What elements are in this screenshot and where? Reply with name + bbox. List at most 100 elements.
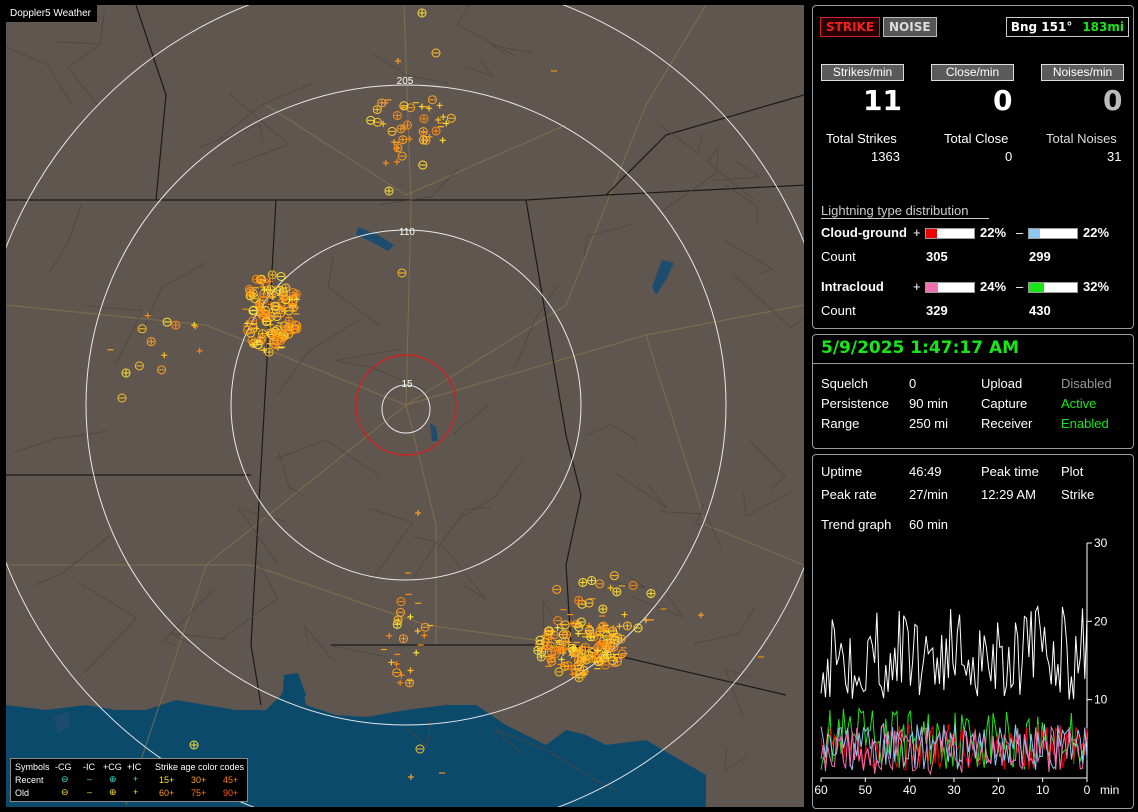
y-tick-label-30: 30 — [1094, 536, 1108, 550]
strike-button[interactable]: STRIKE — [820, 17, 881, 37]
persistence-label: Persistence — [821, 396, 889, 411]
cg-pos-bar — [925, 228, 975, 239]
trend-graph-span[interactable]: 60 min — [909, 517, 948, 532]
range-value: 250 mi — [909, 416, 949, 431]
pos-ic-old-icon: + — [133, 787, 139, 797]
age-75: 75+ — [191, 788, 207, 798]
uptime-label: Uptime — [821, 464, 863, 479]
cg-minus-sign: – — [1016, 225, 1024, 240]
north-strike — [427, 95, 437, 105]
cg-neg-bar — [1028, 228, 1078, 239]
ring-label-205: 205 — [397, 76, 414, 87]
noise-button[interactable]: NOISE — [883, 17, 937, 37]
x-tick-label-60: 60 — [814, 783, 828, 797]
peak-rate-label: Peak rate — [821, 487, 877, 502]
west-outer-strike — [196, 347, 203, 354]
legend-col-neg-ic: -IC — [83, 762, 95, 772]
isolated-strike — [189, 740, 199, 750]
persistence-value: 90 min — [909, 396, 949, 411]
trend-panel: Uptime 46:49 Peak time Plot Peak rate 27… — [812, 454, 1134, 809]
age-90: 90+ — [223, 788, 239, 798]
receiver-label: Receiver — [981, 416, 1033, 431]
north-strike — [392, 111, 402, 121]
southeast-strike — [557, 644, 567, 654]
north-strike — [387, 126, 397, 136]
close-per-min-value: 0 — [993, 84, 1013, 117]
lake-3 — [652, 260, 674, 295]
cg-pos-pct: 22% — [980, 225, 1007, 240]
southeast-strike — [563, 661, 573, 671]
north-strike — [440, 113, 447, 120]
north-strike — [397, 151, 407, 161]
west-strike — [276, 335, 286, 345]
southeast-strike — [586, 653, 596, 663]
north-strike — [419, 114, 429, 124]
isolated-strike — [117, 393, 127, 403]
southeast-outer-strike — [595, 579, 605, 589]
cg-pos-count: 305 — [926, 249, 948, 264]
ic-pos-bar — [925, 282, 975, 293]
total-noises-value: 31 — [1107, 149, 1122, 164]
y-tick-label-20: 20 — [1094, 614, 1108, 628]
south-strike — [398, 634, 408, 644]
plot-value[interactable]: Strike — [1061, 487, 1094, 502]
upload-label: Upload — [981, 376, 1023, 391]
north-strike — [372, 105, 382, 115]
y-tick-label-10: 10 — [1094, 693, 1108, 707]
south-strike — [407, 667, 414, 674]
pos-cg-recent-icon: ⊕ — [109, 774, 117, 784]
southeast-outer-strike — [552, 584, 562, 594]
ic-label: Intracloud — [821, 279, 884, 294]
pos-cg-old-icon: ⊕ — [109, 787, 117, 797]
bearing-value: Bng 151° — [1010, 20, 1073, 34]
lightning-map[interactable]: 205 110 15 Doppler5 Weather Symbols -CG … — [6, 5, 804, 807]
cg-label: Cloud-ground — [821, 225, 907, 240]
south-strike — [396, 607, 406, 617]
peak-time-label: Peak time — [981, 464, 1039, 479]
north-strike — [399, 101, 409, 111]
total-noises-label: Total Noises — [1046, 131, 1117, 146]
south-strike — [413, 649, 420, 656]
road-5 — [645, 334, 804, 566]
south-strike — [397, 679, 404, 686]
southeast-outer-strike — [553, 616, 563, 626]
isolated-strike — [384, 186, 394, 196]
legend-symbols-header: Symbols — [15, 762, 50, 772]
strikes-per-min-value: 11 — [863, 84, 902, 117]
north-strike — [418, 135, 428, 145]
north-strike — [403, 120, 413, 130]
west-outer-strike — [161, 352, 168, 359]
map-canvas[interactable]: 205 110 15 — [6, 5, 804, 807]
southeast-strike — [543, 640, 553, 650]
peak-rate-value: 27/min — [909, 487, 949, 502]
cg-neg-pct: 22% — [1083, 225, 1110, 240]
x-tick-label-50: 50 — [859, 783, 873, 797]
west-strike — [279, 292, 289, 302]
status-divider — [813, 363, 1133, 364]
age-30: 30+ — [191, 775, 207, 785]
ic-neg-pct: 32% — [1083, 279, 1110, 294]
ic-neg-bar — [1028, 282, 1078, 293]
strike-markers — [107, 8, 764, 780]
southeast-outer-strike — [621, 611, 628, 618]
peak-time-value: 12:29 AM — [981, 487, 1036, 502]
southeast-strike — [573, 655, 583, 665]
west-strike — [276, 271, 286, 281]
total-strikes-value: 1363 — [871, 149, 900, 164]
neg-cg-old-icon: ⊖ — [61, 787, 69, 797]
south-strike — [393, 615, 403, 625]
total-close-value: 0 — [1005, 149, 1013, 164]
north-strike — [431, 126, 441, 136]
ic-pos-count: 329 — [926, 303, 948, 318]
ic-neg-count: 430 — [1029, 303, 1051, 318]
north-strike — [393, 143, 403, 153]
isolated-strike — [121, 368, 131, 378]
southeast-outer-strike — [646, 589, 656, 599]
southeast-strike — [606, 642, 616, 652]
capture-value: Active — [1061, 396, 1097, 411]
southeast-outer-strike — [612, 587, 622, 597]
west-strike — [247, 336, 257, 346]
plot-label: Plot — [1061, 464, 1084, 479]
west-outer-strike — [157, 365, 167, 375]
southeast-outer-strike — [598, 604, 608, 614]
